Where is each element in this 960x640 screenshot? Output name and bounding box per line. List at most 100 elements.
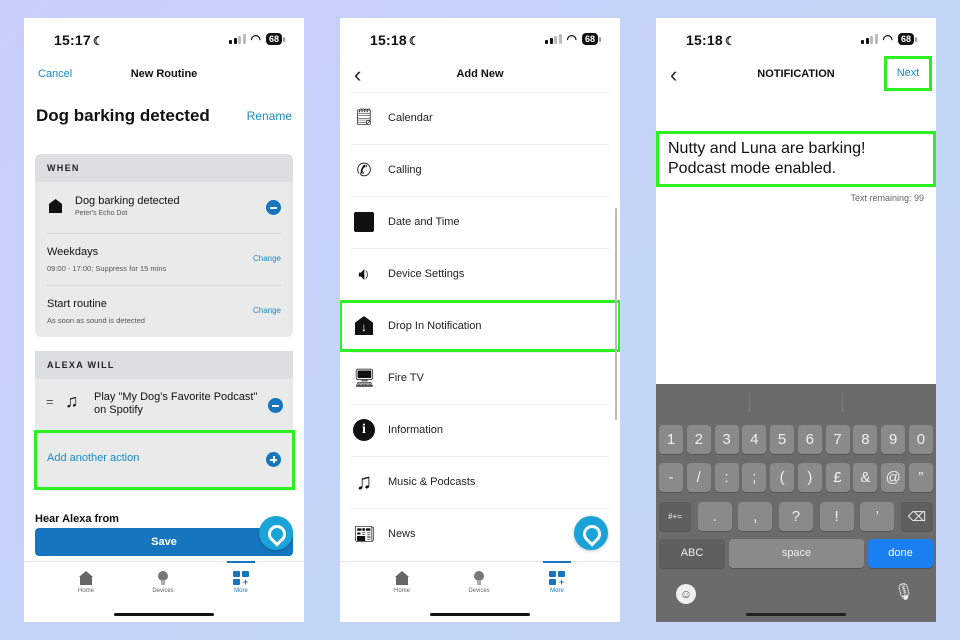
key[interactable]: ? [778,502,813,531]
key[interactable]: 6 [797,425,822,454]
remove-action-button[interactable] [268,398,283,413]
tv-icon: 🖥︎ [353,368,376,388]
list-item-device-settings[interactable]: 🔉︎ Device Settings [351,248,609,300]
trigger-row[interactable]: Dog barking detected Peter's Echo Dot [47,182,281,234]
tab-more[interactable]: + More [211,561,271,594]
text-remaining-counter: Text remaining: 99 [850,193,924,203]
hear-alexa-heading: Hear Alexa from [35,513,119,523]
key[interactable]: 2 [686,425,711,454]
tab-home[interactable]: Home [372,562,432,594]
done-key[interactable]: done [868,539,933,568]
key[interactable]: ; [742,463,767,492]
emoji-icon[interactable]: ☺ [676,584,696,604]
bulb-icon [158,571,168,585]
key[interactable]: £ [825,463,850,492]
remove-trigger-button[interactable] [266,200,281,215]
key[interactable]: 8 [853,425,878,454]
rename-button[interactable]: Rename [247,109,292,123]
key[interactable]: - [659,463,683,492]
backspace-key[interactable]: ⌫ [900,502,933,531]
list-item-date-time[interactable]: Date and Time [351,196,609,248]
alexa-button[interactable] [259,516,293,550]
tab-devices[interactable]: Devices [133,562,193,594]
drag-handle-icon[interactable]: = [46,394,54,409]
microphone-icon[interactable]: 🎙︎ [894,582,914,602]
moon-icon: ☾ [724,34,736,48]
page-title: New Routine [130,68,198,80]
keyboard-row-numbers: 1 2 3 4 5 6 7 8 9 0 [659,425,933,454]
status-time: 15:18 ☾ [686,32,736,48]
list-item-information[interactable]: i Information [351,404,609,456]
home-indicator [114,613,214,616]
key[interactable]: 9 [881,425,906,454]
home-indicator [746,613,846,616]
suggestion-bar [656,384,936,420]
key[interactable]: 0 [908,425,933,454]
scrollbar[interactable] [615,208,617,420]
list-item-drop-in-notification[interactable]: ↓ Drop In Notification [340,300,620,352]
tab-bar: Home Devices + More [24,561,304,622]
more-grid-icon: + [549,571,565,587]
keyboard-row-symbols: - / : ; ( ) £ & @ ” [659,463,933,492]
alexa-will-header: ALEXA WILL [35,351,293,379]
add-action-row[interactable]: Add another action [34,430,295,490]
change-start-button[interactable]: Change [253,306,281,315]
notification-text-input[interactable]: Nutty and Luna are barking! Podcast mode… [656,131,936,187]
action-row[interactable]: = ♫ Play "My Dog's Favorite Podcast" on … [46,379,283,429]
moon-icon: ☾ [408,34,420,48]
tab-bar: Home Devices + More [340,561,620,622]
new-routine-screen: 15:17 ☾ ◠ 68 Cancel New Routine Dog barki… [24,18,304,622]
abc-key[interactable]: ABC [659,539,725,568]
battery-icon: 68 [897,33,918,45]
key[interactable]: 4 [742,425,767,454]
key[interactable]: 5 [770,425,795,454]
list-item-music-podcasts[interactable]: ♫ Music & Podcasts [351,456,609,508]
list-item-calendar[interactable]: 🗒︎ Calendar [351,92,609,144]
phone-icon: ✆ [356,160,372,180]
alexa-button[interactable] [574,516,608,550]
wifi-icon: ◠ [566,32,577,46]
add-action-label: Add another action [47,452,140,464]
key[interactable]: / [686,463,711,492]
home-icon [395,571,409,585]
list-item-fire-tv[interactable]: 🖥︎ Fire TV [351,352,609,404]
change-schedule-button[interactable]: Change [253,254,281,263]
status-bar: 15:18 ☾ ◠ 68 [340,18,620,58]
key[interactable]: ! [819,502,854,531]
keyboard-row-punctuation: #+= . , ? ! ’ ⌫ [659,502,933,531]
space-key[interactable]: space [729,539,864,568]
home-icon [79,571,93,585]
speaker-icon: 🔉︎ [358,264,370,284]
tab-devices[interactable]: Devices [449,562,509,594]
category-list: 🗒︎ Calendar ✆ Calling Date and Time 🔉︎ Devi… [340,92,620,560]
key[interactable]: 1 [659,425,683,454]
wifi-icon: ◠ [250,32,261,46]
backspace-icon: ⌫ [907,509,927,524]
keyboard-row-bottom: ABC space done [659,539,933,568]
bulb-icon [474,571,484,585]
battery-icon: 68 [581,33,602,45]
nav-bar: Cancel New Routine [24,58,304,92]
key[interactable]: . [697,502,732,531]
tab-more[interactable]: + More [527,561,587,594]
list-item-calling[interactable]: ✆ Calling [351,144,609,196]
key[interactable]: 3 [714,425,739,454]
home-indicator [430,613,530,616]
key[interactable]: ( [770,463,795,492]
key[interactable]: ’ [860,502,895,531]
key[interactable]: & [853,463,878,492]
status-time: 15:18 ☾ [370,32,420,48]
save-button[interactable]: Save [35,528,293,556]
next-button[interactable]: Next [884,56,932,91]
battery-icon: 68 [265,33,286,45]
key[interactable]: ) [797,463,822,492]
key[interactable]: @ [881,463,906,492]
key[interactable]: : [714,463,739,492]
key[interactable]: 7 [825,425,850,454]
key[interactable]: , [738,502,773,531]
key[interactable]: ” [908,463,933,492]
add-action-button[interactable] [266,452,281,467]
tab-home[interactable]: Home [56,562,116,594]
more-symbols-key[interactable]: #+= [659,502,691,531]
list-item-news[interactable]: 📰︎ News [351,508,609,560]
